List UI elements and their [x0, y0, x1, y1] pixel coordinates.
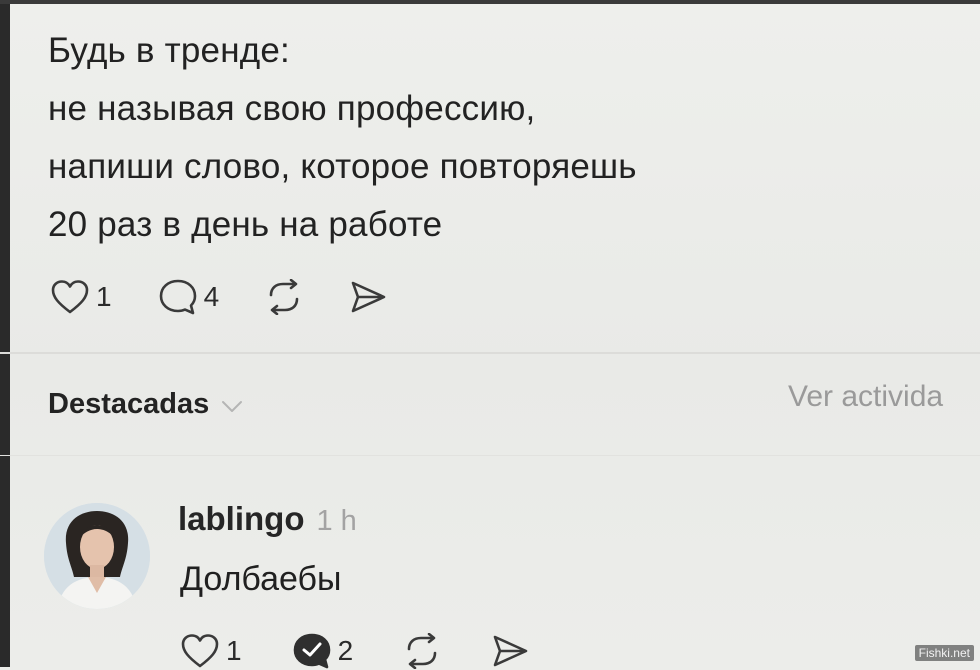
reply-comment-count: 2 — [337, 635, 354, 666]
post-like-button[interactable]: 1 — [50, 279, 112, 315]
reply-comment-button[interactable]: 2 — [292, 632, 354, 670]
send-icon — [351, 281, 386, 313]
repost-icon — [407, 633, 437, 669]
post-comment-count: 4 — [203, 281, 220, 312]
device-bezel-top — [0, 0, 980, 4]
send-icon — [493, 635, 528, 667]
post-comment-button[interactable]: 4 — [158, 278, 220, 316]
divider — [0, 352, 980, 354]
post-like-count: 1 — [96, 281, 112, 312]
reply-share-button[interactable] — [491, 633, 529, 669]
post-line: 20 раз в день на работе — [48, 205, 443, 244]
avatar[interactable] — [44, 503, 150, 609]
reply-actions: 1 2 — [180, 632, 579, 670]
repost-icon — [269, 279, 299, 315]
threads-screen: Будь в тренде: не называя свою профессию… — [0, 0, 980, 670]
reply-text: Долбаебы — [180, 560, 342, 598]
device-bezel — [0, 0, 10, 667]
replies-sort-label: Destacadas — [48, 388, 210, 420]
post-body: Будь в тренде: не называя свою профессию… — [48, 22, 928, 254]
reply-like-count: 1 — [226, 635, 242, 666]
post-line: Будь в тренде: — [48, 31, 290, 70]
speech-bubble-icon — [159, 279, 196, 315]
speech-bubble-icon — [293, 633, 330, 669]
heart-icon — [181, 634, 219, 668]
reply-like-button[interactable]: 1 — [180, 633, 242, 669]
user-photo — [44, 503, 150, 609]
divider — [0, 455, 980, 456]
reply-timestamp: 1 h — [316, 505, 357, 537]
watermark: Fishki.net — [914, 645, 974, 661]
post-share-button[interactable] — [349, 279, 387, 315]
heart-icon — [51, 280, 89, 314]
reply-header: lablingo 1 h — [178, 500, 357, 538]
post-line: напиши слово, которое повторяешь — [48, 147, 637, 186]
post-actions: 1 4 — [50, 278, 433, 316]
reply-repost-button[interactable] — [403, 633, 441, 669]
post-line: не называя свою профессию, — [48, 89, 536, 128]
post-repost-button[interactable] — [265, 279, 303, 315]
replies-sort-dropdown[interactable]: Destacadas — [48, 388, 243, 421]
reply-username[interactable]: lablingo — [178, 500, 305, 538]
view-activity-link[interactable]: Ver activida — [788, 380, 943, 414]
chevron-down-icon — [222, 400, 243, 412]
